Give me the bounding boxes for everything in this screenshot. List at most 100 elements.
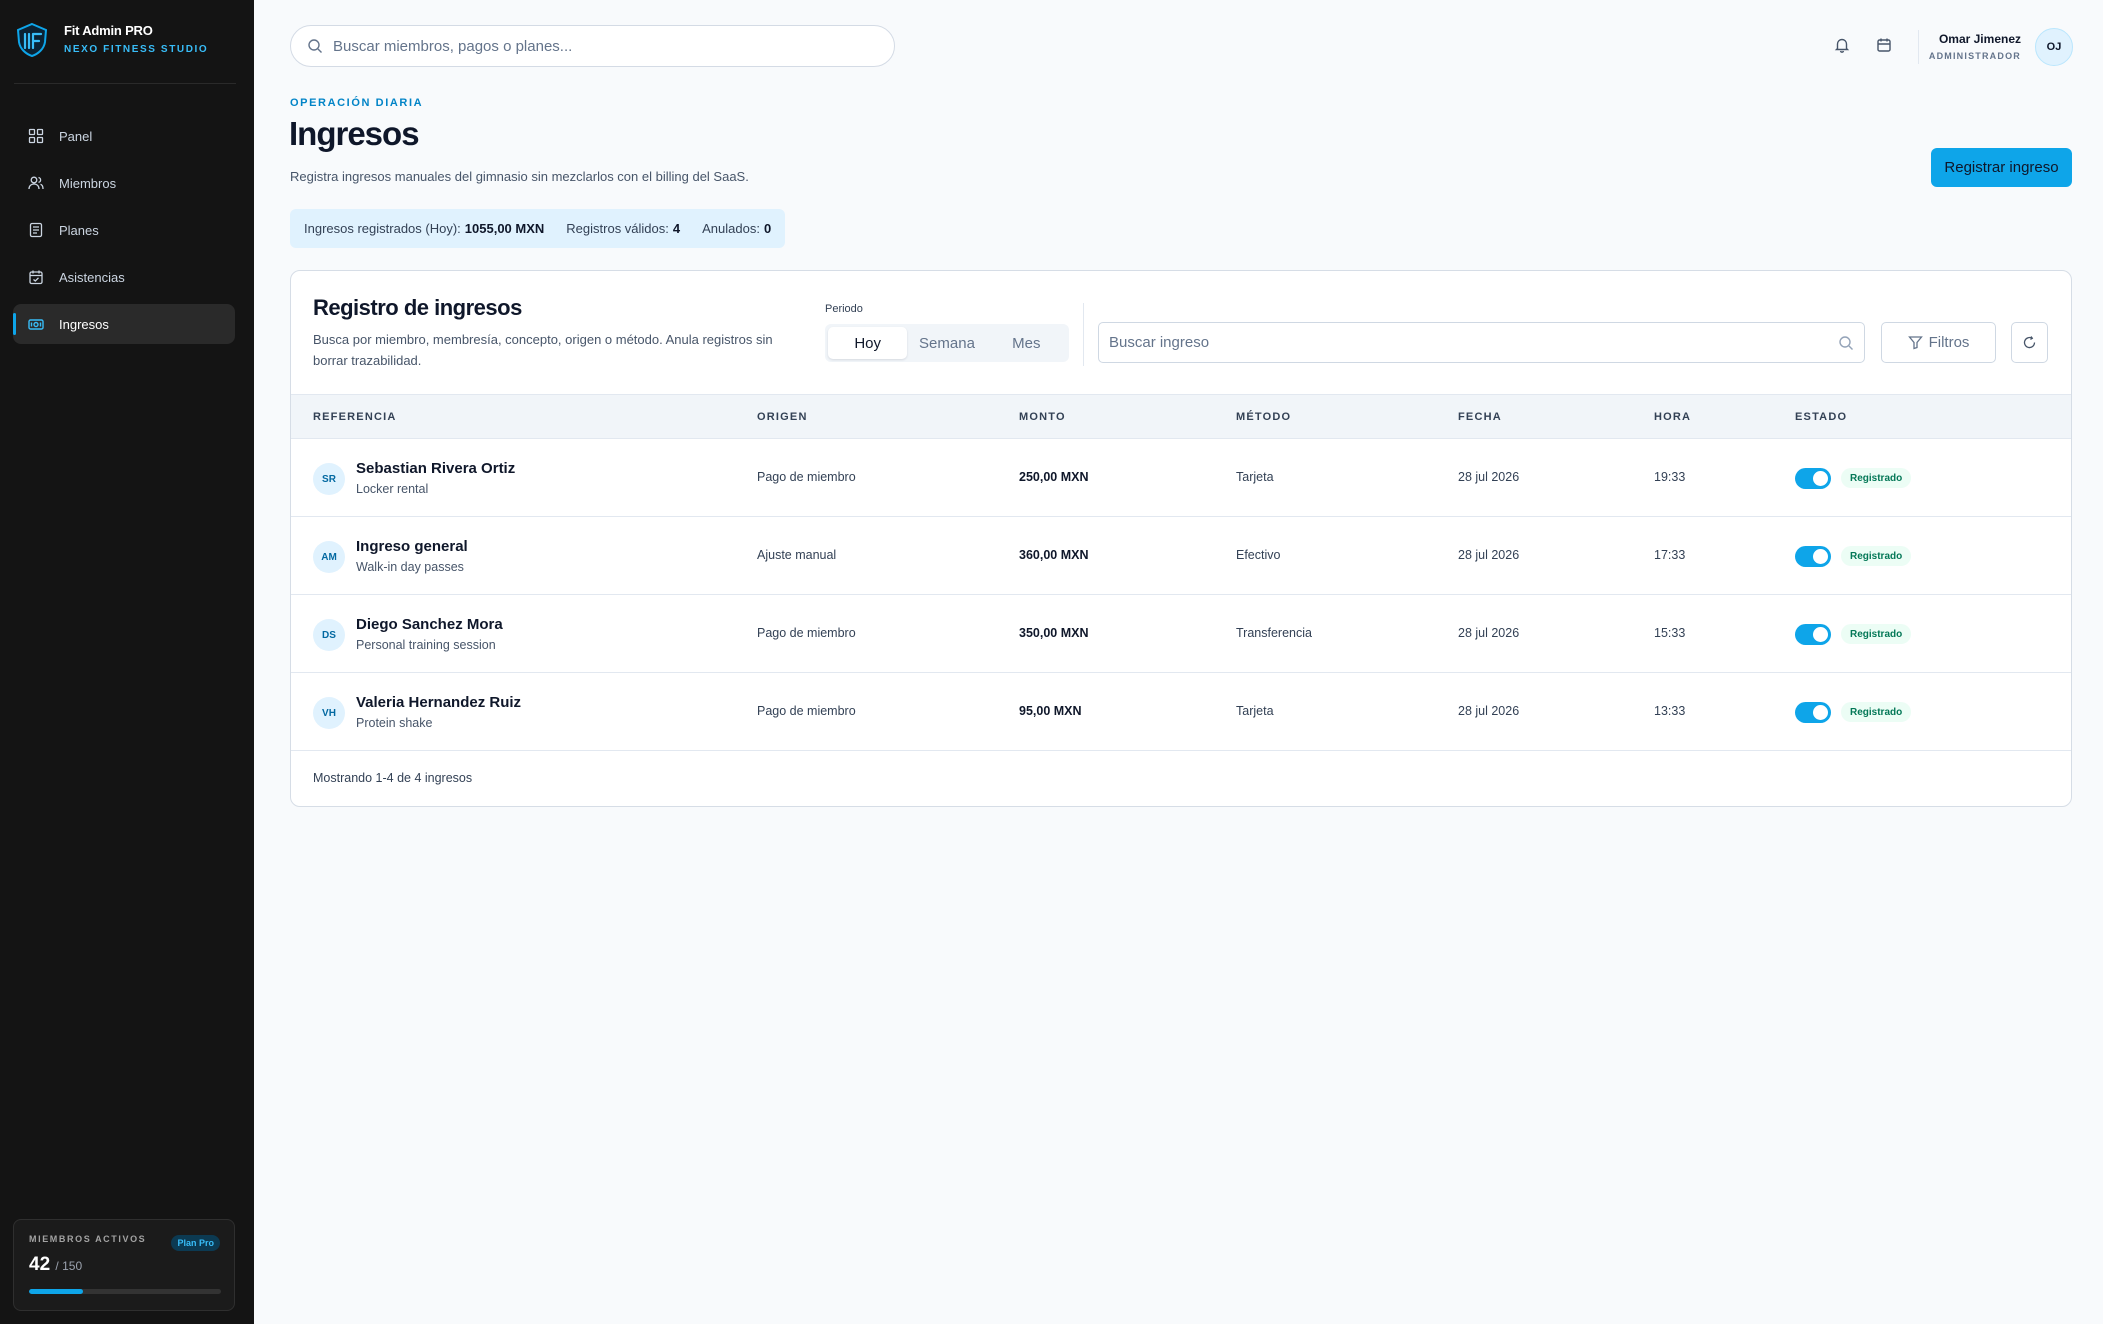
row-time: 19:33 [1654, 470, 1686, 484]
row-origin: Pago de miembro [757, 626, 856, 640]
status-badge: Registrado [1841, 468, 1912, 488]
status-toggle[interactable] [1795, 624, 1831, 645]
status-toggle[interactable] [1795, 468, 1831, 489]
period-semana[interactable]: Semana [907, 327, 986, 359]
sidebar-item-miembros[interactable]: Miembros [13, 163, 235, 203]
row-name: Ingreso general [356, 538, 468, 555]
row-amount: 250,00 MXN [1019, 470, 1089, 484]
row-origin: Pago de miembro [757, 704, 856, 718]
register-income-button[interactable]: Registrar ingreso [1931, 148, 2072, 187]
row-name: Sebastian Rivera Ortiz [356, 460, 516, 477]
row-date: 28 jul 2026 [1458, 626, 1520, 640]
filters-button[interactable]: Filtros [1881, 322, 1996, 363]
sidebar-item-panel[interactable]: Panel [13, 116, 235, 156]
card-description: Busca por miembro, membresía, concepto, … [313, 332, 773, 368]
row-origin: Ajuste manual [757, 548, 837, 562]
column-header[interactable]: HORA [1654, 411, 1691, 423]
stat-valid: Registros válidos: 4 [566, 221, 680, 236]
global-search[interactable] [290, 25, 895, 67]
avatar[interactable]: OJ [2035, 28, 2073, 66]
row-amount: 360,00 MXN [1019, 548, 1089, 562]
members-count-total: / 150 [55, 1259, 83, 1273]
stats-bar: Ingresos registrados (Hoy): 1055,00 MXN R… [290, 209, 786, 248]
avatar: AM [313, 541, 345, 573]
header-divider [1918, 30, 1919, 64]
sidebar-item-planes[interactable]: Planes [13, 210, 235, 250]
row-name: Valeria Hernandez Ruiz [356, 694, 522, 711]
income-search[interactable] [1098, 322, 1865, 363]
row-method: Tarjeta [1236, 704, 1274, 718]
row-method: Tarjeta [1236, 470, 1274, 484]
table-row[interactable]: SR Sebastian Rivera Ortiz Locker rental … [291, 439, 2071, 517]
card-title: Registro de ingresos [313, 295, 522, 320]
period-selector: Hoy Semana Mes [825, 324, 1069, 362]
divider [14, 83, 236, 84]
sidebar-item-asistencias[interactable]: Asistencias [13, 257, 235, 297]
column-header[interactable]: REFERENCIA [313, 411, 397, 423]
row-method: Efectivo [1236, 548, 1281, 562]
period-mes[interactable]: Mes [987, 327, 1066, 359]
calendar-icon[interactable] [1875, 36, 1893, 54]
table-row[interactable]: VH Valeria Hernandez Ruiz Protein shake … [291, 673, 2071, 751]
column-header[interactable]: ESTADO [1795, 411, 1847, 423]
filter-icon [1907, 335, 1923, 350]
brand-studio: NEXO FITNESS STUDIO [64, 43, 209, 55]
refresh-button[interactable] [2011, 322, 2048, 363]
avatar: DS [313, 619, 345, 651]
income-search-input[interactable] [1109, 334, 1838, 351]
bell-icon[interactable] [1833, 36, 1851, 54]
period-label: Periodo [825, 303, 863, 315]
stat-label: Ingresos registrados (Hoy): [304, 221, 461, 236]
members-progress-fill [29, 1289, 83, 1294]
stat-registered: Ingresos registrados (Hoy): 1055,00 MXN [304, 221, 544, 236]
status-toggle[interactable] [1795, 546, 1831, 567]
row-name: Diego Sanchez Mora [356, 616, 503, 633]
income-register-card: Registro de ingresos Busca por miembro, … [290, 270, 2072, 807]
column-header[interactable]: FECHA [1458, 411, 1502, 423]
row-amount: 350,00 MXN [1019, 626, 1089, 640]
row-concept: Protein shake [356, 716, 433, 730]
row-method: Transferencia [1236, 626, 1312, 640]
filters-label: Filtros [1928, 334, 1970, 351]
row-date: 28 jul 2026 [1458, 548, 1520, 562]
page-description: Registra ingresos manuales del gimnasio … [290, 169, 749, 184]
sidebar-item-label: Ingresos [59, 316, 109, 332]
document-icon [28, 222, 44, 238]
refresh-icon [2022, 335, 2037, 350]
sidebar-nav: Panel Miembros Planes Asistencias Ingres… [13, 116, 235, 351]
row-origin: Pago de miembro [757, 470, 856, 484]
row-concept: Personal training session [356, 638, 496, 652]
row-date: 28 jul 2026 [1458, 470, 1520, 484]
stat-value: 0 [763, 221, 772, 236]
column-header[interactable]: ORIGEN [757, 411, 808, 423]
table-header: REFERENCIA ORIGEN MONTO MÉTODO FECHA HOR… [291, 394, 2071, 439]
period-hoy[interactable]: Hoy [828, 327, 908, 359]
column-header[interactable]: MÉTODO [1236, 411, 1291, 423]
table-row[interactable]: DS Diego Sanchez Mora Personal training … [291, 595, 2071, 673]
row-date: 28 jul 2026 [1458, 704, 1520, 718]
row-concept: Locker rental [356, 482, 429, 496]
table-row[interactable]: AM Ingreso general Walk-in day passes Aj… [291, 517, 2071, 595]
members-count-value: 42 [29, 1254, 51, 1275]
avatar: SR [313, 463, 345, 495]
active-members-card: MIEMBROS ACTIVOS Plan Pro 42 / 150 [13, 1219, 235, 1311]
status-badge: Registrado [1841, 624, 1912, 644]
stat-voided: Anulados: 0 [702, 221, 771, 236]
user-role: ADMINISTRADOR [1928, 51, 2021, 61]
logo-icon [16, 22, 48, 58]
sidebar-item-label: Panel [59, 128, 93, 144]
brand[interactable]: Fit Admin PRO NEXO FITNESS STUDIO [14, 22, 208, 58]
brand-name: Fit Admin PRO [64, 22, 153, 38]
status-toggle[interactable] [1795, 702, 1831, 723]
sidebar-item-ingresos[interactable]: Ingresos [13, 304, 235, 344]
sidebar: Fit Admin PRO NEXO FITNESS STUDIO Panel … [0, 0, 254, 1324]
column-header[interactable]: MONTO [1019, 411, 1066, 423]
pagination-summary: Mostrando 1-4 de 4 ingresos [313, 771, 473, 785]
global-search-input[interactable] [333, 37, 833, 55]
divider [1083, 303, 1084, 366]
page-title: Ingresos [289, 115, 420, 152]
status-badge: Registrado [1841, 546, 1912, 566]
row-time: 17:33 [1654, 548, 1686, 562]
page-eyebrow: OPERACIÓN DIARIA [290, 97, 424, 109]
sidebar-item-label: Planes [59, 222, 99, 238]
